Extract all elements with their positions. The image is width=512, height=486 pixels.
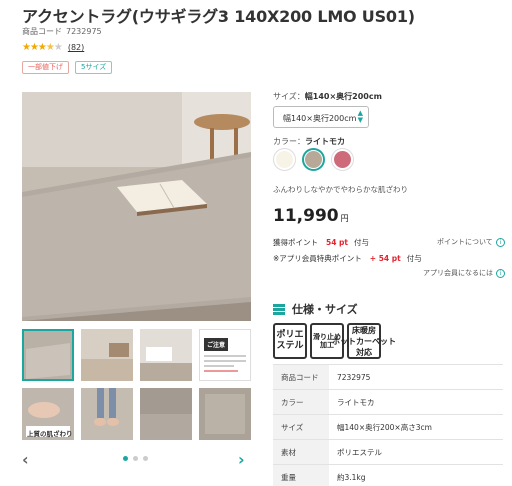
- gallery-prev-button[interactable]: ‹: [22, 450, 29, 469]
- size-label-value: 幅140×奥行200cm: [304, 92, 382, 101]
- tag-price-down: 一部値下げ: [22, 61, 69, 74]
- thumbnail-8[interactable]: [199, 388, 251, 440]
- swatch-ivory[interactable]: [273, 148, 296, 171]
- color-swatches: [273, 148, 354, 171]
- app-member-text: アプリ会員になるには: [423, 269, 493, 277]
- spec-key: カラー: [273, 389, 329, 415]
- info-icon: i: [495, 237, 505, 247]
- earn-points-value: 54 pt: [326, 238, 349, 247]
- table-row: 素材 ポリエステル: [273, 439, 503, 465]
- spec-heading-text: 仕様・サイズ: [292, 303, 358, 316]
- badge-polyester-text: ポリエ ステル: [276, 330, 304, 351]
- badge-anti-slip-text: 床暖房 ホットカーペット 対応: [332, 325, 396, 357]
- table-row: 商品コード 7232975: [273, 364, 503, 390]
- table-row: カラー ライトモカ: [273, 389, 503, 415]
- star-rating-icon: ★★★★★: [22, 42, 63, 53]
- spec-value: 7232975: [329, 364, 503, 390]
- notice-title: ご注意: [204, 338, 229, 351]
- spec-heading: 仕様・サイズ: [273, 301, 358, 317]
- earn-points-suffix: 付与: [354, 238, 370, 247]
- price: 11,990 円: [273, 206, 349, 226]
- badge-anti-slip: 床暖房 ホットカーペット 対応: [332, 323, 396, 359]
- product-code-label: 商品コード: [22, 27, 62, 36]
- product-title: アクセントラグ(ウサギラグ3 140X200 LMO US01): [22, 7, 415, 26]
- app-points-value: + 54 pt: [369, 254, 401, 263]
- spec-value: ライトモカ: [329, 389, 503, 415]
- product-code-value: 7232975: [66, 27, 102, 36]
- spec-value: 約3.1kg: [329, 464, 503, 486]
- select-arrows-icon: ▲ ▼: [357, 109, 363, 124]
- tag-sizes: 5サイズ: [75, 61, 113, 74]
- size-label: サイズ：幅140×奥行200cm: [273, 91, 382, 102]
- app-member-link[interactable]: アプリ会員になるには i: [423, 268, 505, 278]
- page-dot-2[interactable]: [133, 456, 138, 461]
- price-amount: 11,990: [273, 206, 339, 226]
- info-icon: i: [496, 268, 505, 278]
- table-row: 重量 約3.1kg: [273, 464, 503, 486]
- earn-points-label: 獲得ポイント: [273, 238, 318, 247]
- color-label-value: ライトモカ: [305, 137, 345, 146]
- swatch-pink[interactable]: [331, 148, 354, 171]
- gallery-pagination: [123, 456, 148, 461]
- thumbnail-2[interactable]: [81, 329, 133, 381]
- spec-key: 素材: [273, 439, 329, 465]
- table-row: サイズ 幅140×奥行200×高さ3cm: [273, 414, 503, 440]
- size-select[interactable]: 幅140×奥行200cm ▲ ▼: [273, 106, 369, 128]
- product-tags: 一部値下げ 5サイズ: [22, 61, 113, 74]
- spec-key: 商品コード: [273, 364, 329, 390]
- thumbnail-4-notice[interactable]: ご注意: [199, 329, 251, 381]
- review-count-link[interactable]: (82): [68, 43, 84, 52]
- page-dot-1[interactable]: [123, 456, 128, 461]
- thumbnail-3[interactable]: [140, 329, 192, 381]
- points-about-link[interactable]: ポイントについて i: [437, 237, 505, 247]
- product-description: ふんわりしなやかでやわらかな肌ざわり: [273, 185, 408, 194]
- ruler-icon: [273, 303, 285, 315]
- spec-value: ポリエステル: [329, 439, 503, 465]
- badge-polyester: ポリエ ステル: [273, 323, 307, 359]
- rating: ★★★★★ (82): [22, 42, 84, 53]
- app-points-label: ※アプリ会員特典ポイント: [273, 254, 362, 263]
- thumbnail-caption: 上質の肌ざわり: [27, 430, 73, 438]
- app-points-row: ※アプリ会員特典ポイント + 54 pt 付与: [273, 253, 422, 264]
- main-product-image[interactable]: [22, 92, 251, 321]
- earn-points-row: 獲得ポイント 54 pt 付与: [273, 237, 369, 248]
- thumbnail-1[interactable]: [22, 329, 74, 381]
- spec-key: サイズ: [273, 414, 329, 440]
- points-about-text: ポイントについて: [437, 238, 493, 246]
- thumbnail-6[interactable]: [81, 388, 133, 440]
- thumbnail-5[interactable]: 上質の肌ざわり: [22, 388, 74, 440]
- spec-value: 幅140×奥行200×高さ3cm: [329, 414, 503, 440]
- thumbnail-7[interactable]: [140, 388, 192, 440]
- price-unit: 円: [340, 214, 349, 223]
- spec-key: 重量: [273, 464, 329, 486]
- swatch-light-mocha[interactable]: [302, 148, 325, 171]
- app-points-suffix: 付与: [406, 254, 422, 263]
- spec-table: 商品コード 7232975 カラー ライトモカ サイズ 幅140×奥行200×高さ3c…: [273, 364, 503, 486]
- product-code: 商品コード 7232975: [22, 26, 102, 37]
- color-label: カラー：ライトモカ: [273, 136, 345, 147]
- gallery-next-button[interactable]: ›: [238, 450, 245, 469]
- page-dot-3[interactable]: [143, 456, 148, 461]
- size-label-text: サイズ：: [273, 92, 305, 101]
- color-label-text: カラー：: [273, 137, 305, 146]
- size-select-value: 幅140×奥行200cm: [283, 114, 357, 123]
- feature-badges: ポリエ ステル 滑り止め 加工 床暖房 ホットカーペット 対応: [273, 323, 396, 359]
